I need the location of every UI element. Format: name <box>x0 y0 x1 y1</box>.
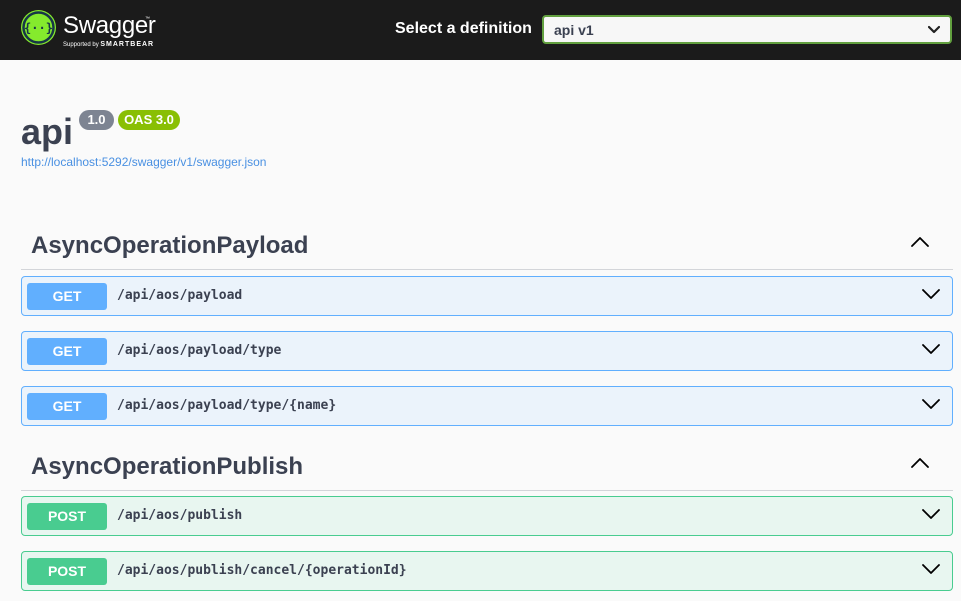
operation-path: /api/aos/payload/type <box>117 343 282 358</box>
tag-name: AsyncOperationPayload <box>31 232 309 259</box>
operation-get-payload-type[interactable]: GET /api/aos/payload/type <box>21 331 953 371</box>
chevron-down-icon[interactable] <box>922 398 940 410</box>
operation-post-publish-cancel[interactable]: POST /api/aos/publish/cancel/{operationI… <box>21 551 953 591</box>
chevron-down-icon[interactable] <box>922 563 940 575</box>
operation-post-publish[interactable]: POST /api/aos/publish <box>21 496 953 536</box>
operation-path: /api/aos/publish/cancel/{operationId} <box>117 563 407 578</box>
tag-name: AsyncOperationPublish <box>31 453 304 480</box>
svg-text:{··}: {··} <box>24 21 53 35</box>
definition-select-value: api v1 <box>554 22 594 38</box>
brand-name[interactable]: Swagger <box>63 12 156 40</box>
api-title: api <box>21 111 74 152</box>
version-badge: 1.0 <box>79 110 114 130</box>
brand-trademark: ™ <box>145 16 150 22</box>
chevron-down-icon[interactable] <box>922 288 940 300</box>
oas-version-badge: OAS 3.0 <box>118 110 180 130</box>
method-badge: GET <box>27 338 107 365</box>
chevron-down-icon[interactable] <box>922 343 940 355</box>
tag-header-asyncoperationpayload[interactable]: AsyncOperationPayload <box>21 220 953 270</box>
method-badge: GET <box>27 283 107 310</box>
operation-get-payload-type-name[interactable]: GET /api/aos/payload/type/{name} <box>21 386 953 426</box>
chevron-down-icon <box>928 25 940 34</box>
spec-url-link[interactable]: http://localhost:5292/swagger/v1/swagger… <box>21 155 266 169</box>
brand-subtitle: Supported by SMARTBEAR <box>63 41 154 49</box>
method-badge: GET <box>27 393 107 420</box>
tag-header-asyncoperationpublish[interactable]: AsyncOperationPublish <box>21 441 953 491</box>
definition-label: Select a definition <box>395 20 532 37</box>
method-badge: POST <box>27 558 107 585</box>
swagger-logo-icon[interactable]: {··} <box>21 10 56 45</box>
topbar: {··} Swagger ™ Supported by SMARTBEAR Se… <box>0 0 961 60</box>
chevron-down-icon[interactable] <box>922 508 940 520</box>
operation-path: /api/aos/publish <box>117 508 243 523</box>
chevron-up-icon[interactable] <box>911 457 929 469</box>
chevron-up-icon[interactable] <box>911 236 929 248</box>
operation-path: /api/aos/payload/type/{name} <box>117 398 337 413</box>
operation-path: /api/aos/payload <box>117 288 243 303</box>
method-badge: POST <box>27 503 107 530</box>
brand-sub-prefix: Supported by <box>63 42 99 48</box>
brand-sub-company: SMARTBEAR <box>100 41 155 48</box>
definition-select[interactable]: api v1 <box>542 15 952 44</box>
operation-get-payload[interactable]: GET /api/aos/payload <box>21 276 953 316</box>
